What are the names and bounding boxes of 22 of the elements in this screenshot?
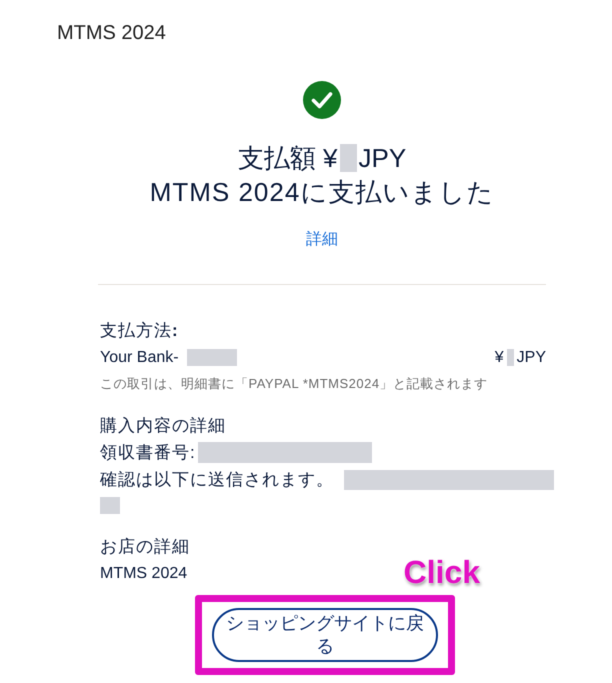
click-annotation: Click — [404, 555, 480, 589]
redacted-block — [100, 496, 120, 514]
payment-method-label: 支払方法: — [100, 320, 179, 342]
confirmation-text: 確認は以下に送信されます。 — [100, 469, 334, 491]
merchant-name: MTMS 2024 — [100, 564, 188, 584]
redacted-block — [186, 349, 237, 366]
currency-heading: JPY — [358, 142, 406, 175]
return-to-shop-button[interactable]: ショッピングサイトに戻る — [212, 608, 438, 662]
purchase-details-title: 購入内容の詳細 — [100, 415, 226, 437]
redacted-block — [506, 349, 514, 366]
amount-currency: JPY — [516, 348, 546, 368]
merchant-details-title: お店の詳細 — [100, 536, 190, 558]
receipt-number-label: 領収書番号: — [100, 442, 196, 464]
store-name: MTMS 2024 — [57, 22, 166, 44]
amount-heading: 支払額 ¥ — [238, 142, 338, 175]
bank-name: Your Bank- — [100, 348, 179, 368]
details-link[interactable]: 詳細 — [306, 229, 338, 251]
payment-message: MTMS 2024に支払いました — [150, 176, 494, 209]
amount-yen: ¥ — [494, 348, 504, 368]
statement-note: この取引は、明細書に「PAYPAL *MTMS2024」と記載されます — [100, 375, 488, 393]
success-check-icon — [303, 81, 341, 119]
redacted-block — [340, 144, 356, 172]
